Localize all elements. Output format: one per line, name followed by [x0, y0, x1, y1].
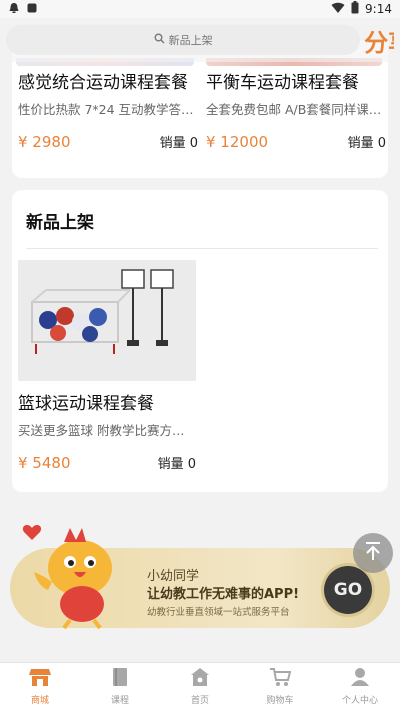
tab-home[interactable]: 首页 [160, 663, 240, 710]
arrow-up-icon [364, 541, 382, 565]
battery-icon [351, 1, 359, 17]
product-title: 感觉统合运动课程套餐 [18, 73, 188, 93]
search-icon [154, 33, 165, 47]
book-icon [110, 667, 130, 691]
wifi-icon [331, 2, 345, 17]
banner-brand: 小幼同学 [147, 569, 200, 584]
new-arrivals-card: 新品上架 篮球运动课程套餐 买送更多篮球 附教学比赛方… ¥ 5480 销量 0 [12, 190, 388, 492]
cart-icon [269, 667, 292, 691]
mascot-chick-icon [18, 520, 138, 636]
status-bar: 9:14 [0, 0, 400, 18]
tab-courses[interactable]: 课程 [80, 663, 160, 710]
status-time: 9:14 [365, 2, 392, 16]
tab-label: 个人中心 [341, 696, 378, 706]
home-icon [190, 667, 210, 691]
product-desc: 性价比热款 7*24 互动教学答… [18, 102, 194, 117]
product-price: ¥ 5480 [18, 453, 71, 472]
search-input[interactable]: 新品上架 [6, 25, 361, 55]
tab-label: 购物车 [266, 696, 294, 706]
tab-label: 课程 [110, 696, 129, 706]
product-sales: 销量 0 [347, 136, 386, 151]
tab-shop[interactable]: 商城 [0, 663, 80, 710]
product-image[interactable] [18, 260, 196, 381]
product-desc: 买送更多篮球 附教学比赛方… [18, 423, 185, 438]
product-price: ¥ 2980 [18, 132, 71, 151]
scroll-to-top-button[interactable] [353, 533, 393, 573]
top-bar: 新品上架 分享 [0, 18, 400, 62]
app-notification-icon [26, 2, 38, 17]
divider [26, 248, 378, 249]
product-desc: 全套免费包邮 A/B套餐同样课… [206, 102, 382, 117]
share-button[interactable]: 分享 [364, 23, 394, 58]
product-price: ¥ 12000 [206, 132, 269, 151]
go-button[interactable]: GO [324, 566, 372, 614]
shop-icon [29, 667, 51, 691]
bottom-tab-bar: 商城 课程 首页 购物车 个人中心 [0, 662, 400, 710]
person-icon [350, 667, 370, 691]
promo-banner[interactable]: 小幼同学 让幼教工作无难事的APP! 幼教行业垂直领域一站式服务平台 GO [10, 520, 390, 630]
product-item[interactable]: 感觉统合运动课程套餐 性价比热款 7*24 互动教学答… ¥ 2980 销量 0 [18, 68, 198, 151]
search-placeholder: 新品上架 [168, 34, 213, 47]
tab-label: 商城 [30, 696, 49, 706]
product-sales: 销量 0 [159, 136, 198, 151]
banner-subtitle: 幼教行业垂直领域一站式服务平台 [147, 607, 290, 618]
tab-cart[interactable]: 购物车 [240, 663, 320, 710]
tab-profile[interactable]: 个人中心 [320, 663, 400, 710]
tab-label: 首页 [190, 696, 209, 706]
notification-icon [8, 2, 20, 17]
product-title: 篮球运动课程套餐 [18, 394, 154, 414]
section-title: 新品上架 [26, 213, 94, 233]
banner-headline: 让幼教工作无难事的APP! [147, 587, 300, 602]
product-item[interactable]: 篮球运动课程套餐 买送更多篮球 附教学比赛方… ¥ 5480 销量 0 [18, 260, 196, 472]
product-title: 平衡车运动课程套餐 [206, 73, 359, 93]
product-sales: 销量 0 [157, 457, 196, 472]
product-item[interactable]: 平衡车运动课程套餐 全套免费包邮 A/B套餐同样课… ¥ 12000 销量 0 [206, 68, 386, 151]
